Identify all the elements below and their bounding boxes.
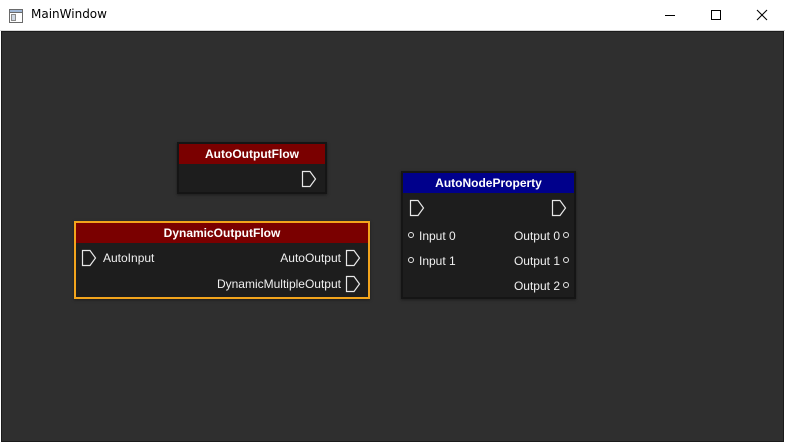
flow-input-label: AutoInput — [103, 251, 155, 265]
flow-in-pin[interactable] — [409, 199, 425, 217]
window-app-icon — [9, 8, 23, 23]
flow-output-label: DynamicMultipleOutput — [216, 277, 341, 291]
flow-output-row: DynamicMultipleOutput — [76, 275, 368, 295]
flow-out-pin[interactable] — [551, 199, 567, 217]
output-label: Output 0 — [513, 229, 560, 243]
input-pin[interactable] — [408, 257, 414, 263]
output-label: Output 2 — [513, 279, 560, 293]
node-auto-output-flow[interactable]: AutoOutputFlow — [177, 142, 327, 194]
close-icon — [756, 9, 768, 21]
output-label: Output 1 — [513, 254, 560, 268]
node-dynamic-output-flow[interactable]: DynamicOutputFlow AutoInput AutoOutput D… — [74, 221, 370, 299]
flow-out-pin[interactable] — [301, 170, 317, 188]
flow-out-pin[interactable] — [345, 249, 361, 267]
flow-output-label: AutoOutput — [280, 251, 341, 265]
minimize-button[interactable] — [647, 0, 693, 30]
maximize-button[interactable] — [693, 0, 739, 30]
window-titlebar: MainWindow — [0, 0, 785, 31]
flow-arrow-icon — [301, 170, 317, 188]
maximize-icon — [711, 10, 721, 20]
close-button[interactable] — [739, 0, 785, 30]
node-header-auto-node-property: AutoNodeProperty — [403, 173, 574, 193]
output-pin[interactable] — [563, 257, 569, 263]
flow-arrow-icon — [81, 249, 97, 267]
flow-arrow-icon — [345, 249, 361, 267]
output-pin[interactable] — [563, 282, 569, 288]
flow-input-row: AutoInput AutoOutput — [76, 249, 368, 269]
flow-arrow-icon — [409, 199, 425, 217]
input-label: Input 0 — [419, 229, 456, 243]
flow-in-pin[interactable] — [81, 249, 97, 267]
flow-arrow-icon — [345, 275, 361, 293]
node-header-dynamic-output-flow: DynamicOutputFlow — [76, 223, 368, 243]
output-pin[interactable] — [563, 232, 569, 238]
minimize-icon — [665, 15, 675, 16]
input-label: Input 1 — [419, 254, 456, 268]
flow-out-pin[interactable] — [345, 275, 361, 293]
window-title: MainWindow — [31, 7, 107, 21]
input-pin[interactable] — [408, 232, 414, 238]
node-header-auto-output-flow: AutoOutputFlow — [179, 144, 325, 164]
flow-arrow-icon — [551, 199, 567, 217]
node-auto-node-property[interactable]: AutoNodeProperty Input 0 Input 1 Output … — [401, 171, 576, 299]
